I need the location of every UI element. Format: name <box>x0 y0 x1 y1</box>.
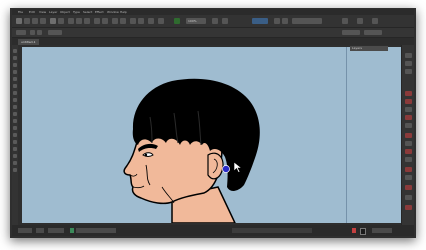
panel-tab-label: Layers <box>352 46 362 50</box>
shape-tool-icon[interactable] <box>13 56 17 60</box>
dimension-tool-icon[interactable] <box>13 126 17 130</box>
panel-button[interactable] <box>405 61 412 66</box>
status-object-info <box>232 228 312 233</box>
color-swatch-gray[interactable] <box>405 107 412 112</box>
connector-tool-icon[interactable] <box>13 133 17 137</box>
wireframe-icon[interactable] <box>222 18 228 24</box>
print-icon[interactable] <box>40 18 46 24</box>
portrait-icon[interactable] <box>30 30 35 35</box>
main-toolbar: 100% <box>12 15 414 28</box>
status-cursor-info <box>18 228 32 233</box>
open-icon[interactable] <box>24 18 30 24</box>
smart-fill-tool-icon[interactable] <box>13 168 17 172</box>
panel-tab[interactable]: Layers <box>350 46 388 51</box>
units-select[interactable] <box>48 30 62 35</box>
maximize-icon[interactable] <box>357 18 363 24</box>
workspace-switcher[interactable] <box>252 18 268 24</box>
view-mode-icon[interactable] <box>212 18 218 24</box>
pupil-shape <box>144 153 148 157</box>
color-swatch-gray[interactable] <box>405 195 412 200</box>
color-swatch-red[interactable] <box>405 205 412 210</box>
fill-color-indicator[interactable] <box>352 228 356 233</box>
logo-icon <box>174 18 180 24</box>
artboard[interactable] <box>22 47 401 223</box>
panel-button[interactable] <box>405 69 412 74</box>
save-icon[interactable] <box>32 18 38 24</box>
cartoon-portrait[interactable] <box>22 47 401 223</box>
property-bar <box>12 28 414 38</box>
undo-icon[interactable] <box>50 18 56 24</box>
page-size-select[interactable] <box>16 30 26 35</box>
guides-icon[interactable] <box>148 18 154 24</box>
status-zoom-control[interactable] <box>36 228 44 233</box>
text-tool-icon[interactable] <box>13 112 17 116</box>
cut-icon[interactable] <box>68 18 74 24</box>
cursor-marker-dot <box>222 165 230 173</box>
page-indicator-icon[interactable] <box>70 228 74 233</box>
transparency-tool-icon[interactable] <box>13 147 17 151</box>
tab-document-label: untitled-1 <box>21 40 36 44</box>
rectangle-tool-icon[interactable] <box>13 91 17 95</box>
zoom-out-icon[interactable] <box>120 18 126 24</box>
color-swatch-gray[interactable] <box>405 157 412 162</box>
color-swatch-red[interactable] <box>405 115 412 120</box>
shadow-tool-icon[interactable] <box>13 140 17 144</box>
color-swatch-red[interactable] <box>405 99 412 104</box>
panel-button[interactable] <box>405 53 412 58</box>
color-swatch-red[interactable] <box>405 167 412 172</box>
zoom-level-value: 100% <box>188 19 197 23</box>
options-button[interactable] <box>364 30 382 35</box>
freehand-tool-icon[interactable] <box>13 77 17 81</box>
zoom-in-icon[interactable] <box>112 18 118 24</box>
zoom-level-box[interactable]: 100% <box>186 18 206 24</box>
export-icon[interactable] <box>102 18 108 24</box>
polygon-tool-icon[interactable] <box>13 105 17 109</box>
status-color-info <box>372 228 392 233</box>
artistic-media-tool-icon[interactable] <box>13 84 17 88</box>
color-swatch-red[interactable] <box>405 91 412 96</box>
color-swatch-gray[interactable] <box>405 141 412 146</box>
snap-settings-button[interactable] <box>342 30 360 35</box>
eye-shape <box>142 152 154 157</box>
minimize-icon[interactable] <box>342 18 348 24</box>
table-tool-icon[interactable] <box>13 119 17 123</box>
color-swatch-gray[interactable] <box>405 123 412 128</box>
status-bar <box>12 225 414 236</box>
options-icon[interactable] <box>282 18 288 24</box>
zoom-tool-icon[interactable] <box>13 70 17 74</box>
pick-tool-icon[interactable] <box>13 49 17 53</box>
close-icon[interactable] <box>372 18 378 24</box>
snap-icon[interactable] <box>138 18 144 24</box>
design-app-window: File Edit View Layer Object Type Select … <box>12 9 414 236</box>
fill-tool-icon[interactable] <box>13 161 17 165</box>
import-icon[interactable] <box>94 18 100 24</box>
canvas-area[interactable] <box>18 45 401 225</box>
ear-shape <box>207 152 224 180</box>
outline-color-indicator[interactable] <box>360 228 366 235</box>
document-tabs: untitled-1 <box>12 38 414 45</box>
copy-icon[interactable] <box>76 18 82 24</box>
paste-icon[interactable] <box>84 18 90 24</box>
ellipse-tool-icon[interactable] <box>13 98 17 102</box>
new-icon[interactable] <box>16 18 22 24</box>
redo-icon[interactable] <box>58 18 64 24</box>
color-swatch-red[interactable] <box>405 149 412 154</box>
align-icon[interactable] <box>158 18 164 24</box>
status-page-nav[interactable] <box>48 228 64 233</box>
landscape-icon[interactable] <box>37 30 42 35</box>
eyedropper-tool-icon[interactable] <box>13 154 17 158</box>
grid-icon[interactable] <box>130 18 136 24</box>
status-page-tabs[interactable] <box>76 228 116 233</box>
color-swatch-red[interactable] <box>405 133 412 138</box>
color-swatch-gray[interactable] <box>405 175 412 180</box>
search-field[interactable] <box>292 18 322 24</box>
crop-tool-icon[interactable] <box>13 63 17 67</box>
docker-panel: Layers <box>350 45 414 225</box>
color-swatch-red[interactable] <box>405 185 412 190</box>
launcher-icon[interactable] <box>274 18 280 24</box>
